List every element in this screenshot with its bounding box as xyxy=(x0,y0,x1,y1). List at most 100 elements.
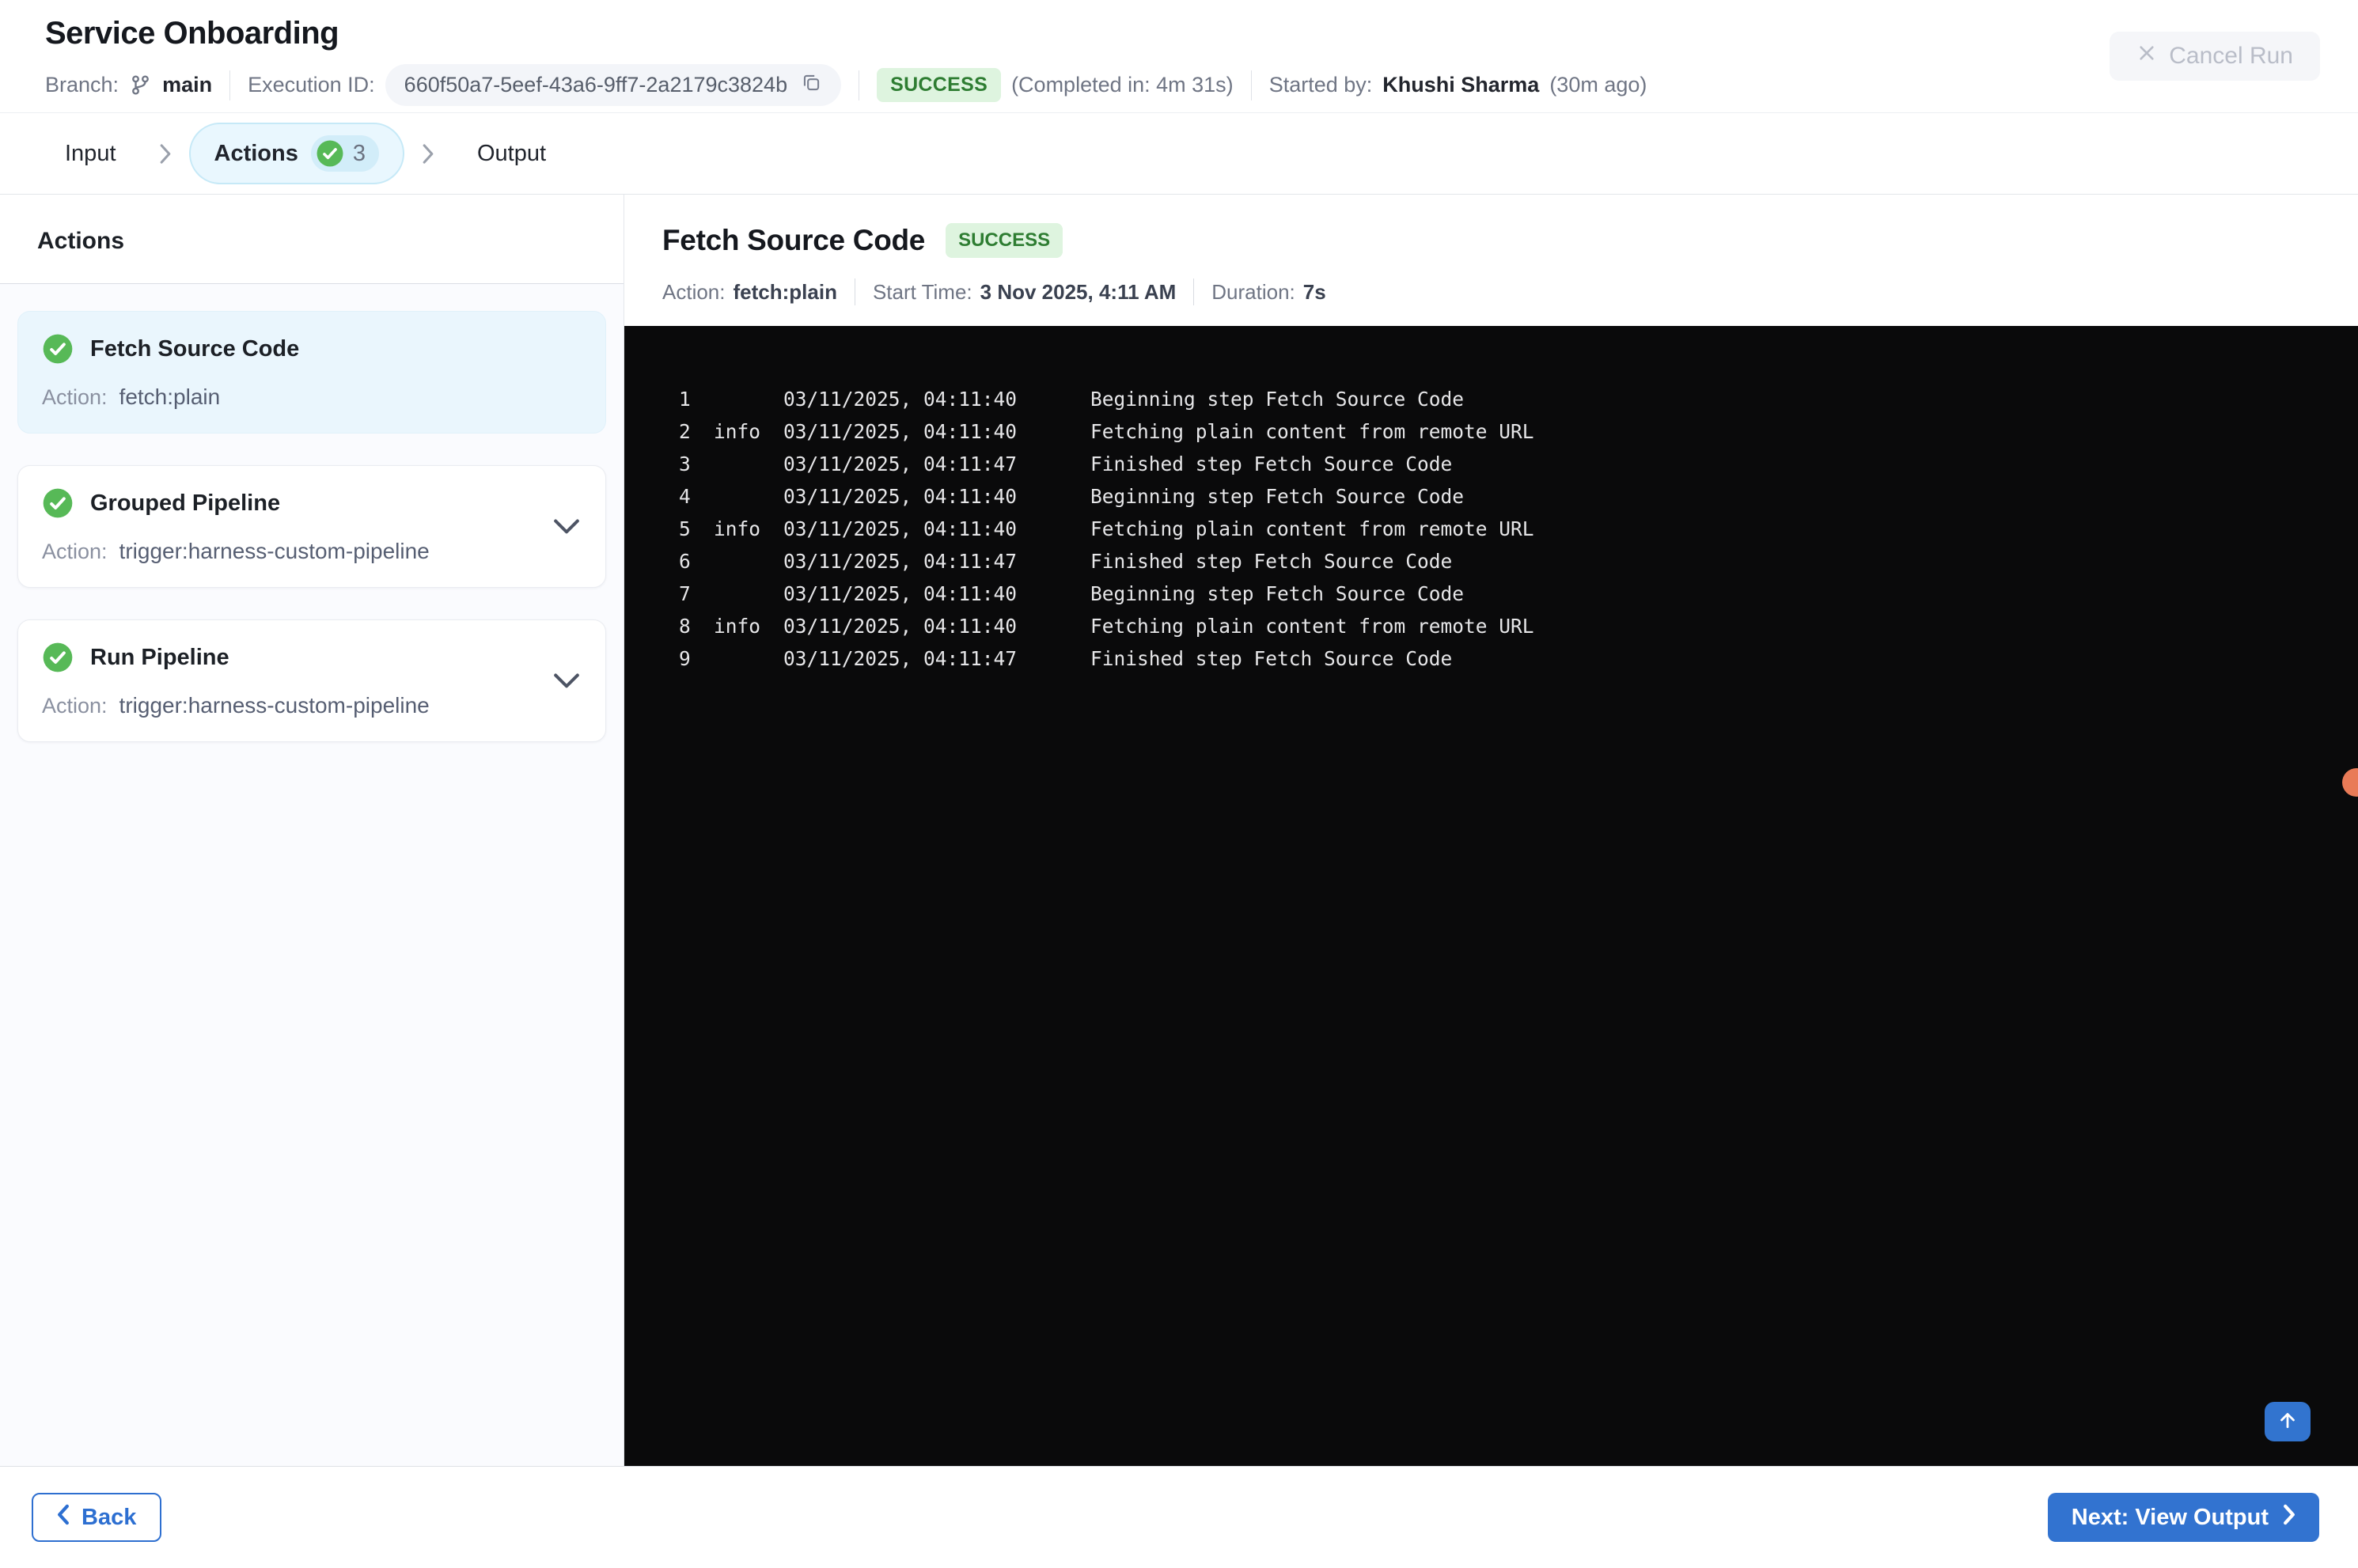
page-title: Service Onboarding xyxy=(45,16,339,51)
log-message: Beginning step Fetch Source Code xyxy=(1090,485,1465,508)
log-message: Beginning step Fetch Source Code xyxy=(1090,388,1465,411)
log-timestamp: 03/11/2025, 04:11:47 xyxy=(783,453,1018,475)
log-message: Finished step Fetch Source Code xyxy=(1090,647,1453,670)
started-by-label: Started by: xyxy=(1268,73,1373,97)
log-line-number: 5 xyxy=(679,517,691,540)
log-message: Fetching plain content from remote URL xyxy=(1090,615,1534,638)
stepper: Input Actions 3 Output xyxy=(0,113,2358,195)
chevron-down-icon[interactable] xyxy=(553,518,580,535)
log-line: 2 info 03/11/2025, 04:11:40 Fetching pla… xyxy=(679,415,2358,448)
arrow-up-icon xyxy=(2276,1408,2299,1435)
copy-icon[interactable] xyxy=(800,71,822,99)
detail-title: Fetch Source Code xyxy=(662,224,926,256)
log-line: 5 info 03/11/2025, 04:11:40 Fetching pla… xyxy=(679,513,2358,545)
detail-meta-value: 7s xyxy=(1302,279,1326,304)
close-icon xyxy=(2136,43,2157,70)
log-console[interactable]: 1 03/11/2025, 04:11:40 Beginning step Fe… xyxy=(624,326,2358,1466)
check-icon xyxy=(42,487,74,519)
scroll-to-top-button[interactable] xyxy=(2265,1402,2311,1441)
log-timestamp: 03/11/2025, 04:11:40 xyxy=(783,420,1018,443)
detail-meta-item: Action: fetch:plain xyxy=(662,280,837,305)
sidebar-heading: Actions xyxy=(0,195,624,284)
check-icon xyxy=(42,333,74,365)
log-line: 7 03/11/2025, 04:11:40 Beginning step Fe… xyxy=(679,578,2358,610)
log-timestamp: 03/11/2025, 04:11:47 xyxy=(783,550,1018,573)
log-level: info xyxy=(714,615,761,638)
chevron-right-icon xyxy=(2283,1504,2295,1532)
action-card-title: Grouped Pipeline xyxy=(90,490,281,516)
cancel-run-button[interactable]: Cancel Run xyxy=(2110,32,2320,81)
step-tab-label: Output xyxy=(476,140,547,166)
detail-meta-label: Action: xyxy=(662,279,726,304)
action-card-title: Run Pipeline xyxy=(90,644,229,670)
log-line-number: 7 xyxy=(679,582,691,605)
execution-id-value: 660f50a7-5eef-43a6-9ff7-2a2179c3824b xyxy=(404,73,788,97)
detail-header: Fetch Source Code SUCCESS Action: fetch:… xyxy=(624,195,2358,326)
step-tab[interactable]: Input xyxy=(40,128,142,180)
step-count-badge: 3 xyxy=(310,135,379,172)
log-timestamp: 03/11/2025, 04:11:40 xyxy=(783,582,1018,605)
action-label: Action: xyxy=(42,540,108,563)
detail-meta-value: fetch:plain xyxy=(733,279,837,304)
log-level: info xyxy=(714,420,761,443)
action-label: Action: xyxy=(42,694,108,718)
live-indicator-dot xyxy=(2342,768,2358,797)
execution-id-pill[interactable]: 660f50a7-5eef-43a6-9ff7-2a2179c3824b xyxy=(385,64,842,106)
divider xyxy=(229,70,231,100)
git-branch-icon xyxy=(129,74,152,97)
detail-meta-value: 3 Nov 2025, 4:11 AM xyxy=(980,279,1177,304)
log-line-number: 1 xyxy=(679,388,691,411)
branch-label: Branch: xyxy=(45,73,119,97)
step-tab-label: Input xyxy=(65,140,116,166)
header: Service Onboarding Branch: main Executio… xyxy=(0,0,2358,113)
chevron-right-icon xyxy=(159,143,172,165)
action-card[interactable]: Grouped Pipeline Action: trigger:harness… xyxy=(17,465,606,588)
chevron-down-icon[interactable] xyxy=(553,672,580,689)
action-value: trigger:harness-custom-pipeline xyxy=(119,539,430,563)
chevron-left-icon xyxy=(57,1504,70,1532)
check-icon xyxy=(316,139,344,168)
execution-id-label: Execution ID: xyxy=(248,73,375,97)
completed-in-text: (Completed in: 4m 31s) xyxy=(1011,73,1234,97)
detail-meta-row: Action: fetch:plain Start Time: 3 Nov 20… xyxy=(662,278,2320,305)
log-message: Fetching plain content from remote URL xyxy=(1090,517,1534,540)
action-card[interactable]: Fetch Source Code Action: fetch:plain xyxy=(17,311,606,434)
log-line: 4 03/11/2025, 04:11:40 Beginning step Fe… xyxy=(679,480,2358,513)
branch-name: main xyxy=(162,73,213,97)
detail-meta-label: Duration: xyxy=(1211,279,1295,304)
app-window: Service Onboarding Branch: main Executio… xyxy=(0,0,2358,1568)
back-button[interactable]: Back xyxy=(32,1493,162,1542)
log-line-number: 4 xyxy=(679,485,691,508)
log-timestamp: 03/11/2025, 04:11:47 xyxy=(783,647,1018,670)
step-tab-label: Actions xyxy=(214,140,298,166)
log-timestamp: 03/11/2025, 04:11:40 xyxy=(783,517,1018,540)
action-value: trigger:harness-custom-pipeline xyxy=(119,693,430,718)
log-line: 9 03/11/2025, 04:11:47 Finished step Fet… xyxy=(679,642,2358,675)
detail-meta-label: Start Time: xyxy=(872,279,972,304)
action-card-meta: Action: trigger:harness-custom-pipeline xyxy=(42,539,582,564)
action-card[interactable]: Run Pipeline Action: trigger:harness-cus… xyxy=(17,619,606,742)
log-message: Fetching plain content from remote URL xyxy=(1090,420,1534,443)
action-label: Action: xyxy=(42,385,108,409)
log-timestamp: 03/11/2025, 04:11:40 xyxy=(783,388,1018,411)
log-message: Beginning step Fetch Source Code xyxy=(1090,582,1465,605)
action-value: fetch:plain xyxy=(119,384,221,409)
log-line: 3 03/11/2025, 04:11:47 Finished step Fet… xyxy=(679,448,2358,480)
action-card-title-row: Fetch Source Code xyxy=(42,333,582,365)
status-badge: SUCCESS xyxy=(877,67,1002,103)
started-ago-text: (30m ago) xyxy=(1549,73,1647,97)
action-card-title: Fetch Source Code xyxy=(90,335,300,362)
action-card-title-row: Run Pipeline xyxy=(42,642,582,673)
step-tab[interactable]: Actions 3 xyxy=(188,123,404,184)
step-tab[interactable]: Output xyxy=(452,128,571,180)
started-by-name: Khushi Sharma xyxy=(1382,73,1540,97)
log-line: 1 03/11/2025, 04:11:40 Beginning step Fe… xyxy=(679,383,2358,415)
chevron-right-icon xyxy=(422,143,434,165)
sidebar-action-list: Fetch Source Code Action: fetch:plain Gr… xyxy=(0,284,624,1466)
detail-meta-item: Start Time: 3 Nov 2025, 4:11 AM xyxy=(873,280,1176,305)
log-line: 8 info 03/11/2025, 04:11:40 Fetching pla… xyxy=(679,610,2358,642)
next-view-output-button[interactable]: Next: View Output xyxy=(2047,1493,2319,1542)
log-line-number: 8 xyxy=(679,615,691,638)
actions-sidebar: Actions Fetch Source Code Action: fetch:… xyxy=(0,195,624,1466)
action-detail-panel: Fetch Source Code SUCCESS Action: fetch:… xyxy=(624,195,2358,1466)
